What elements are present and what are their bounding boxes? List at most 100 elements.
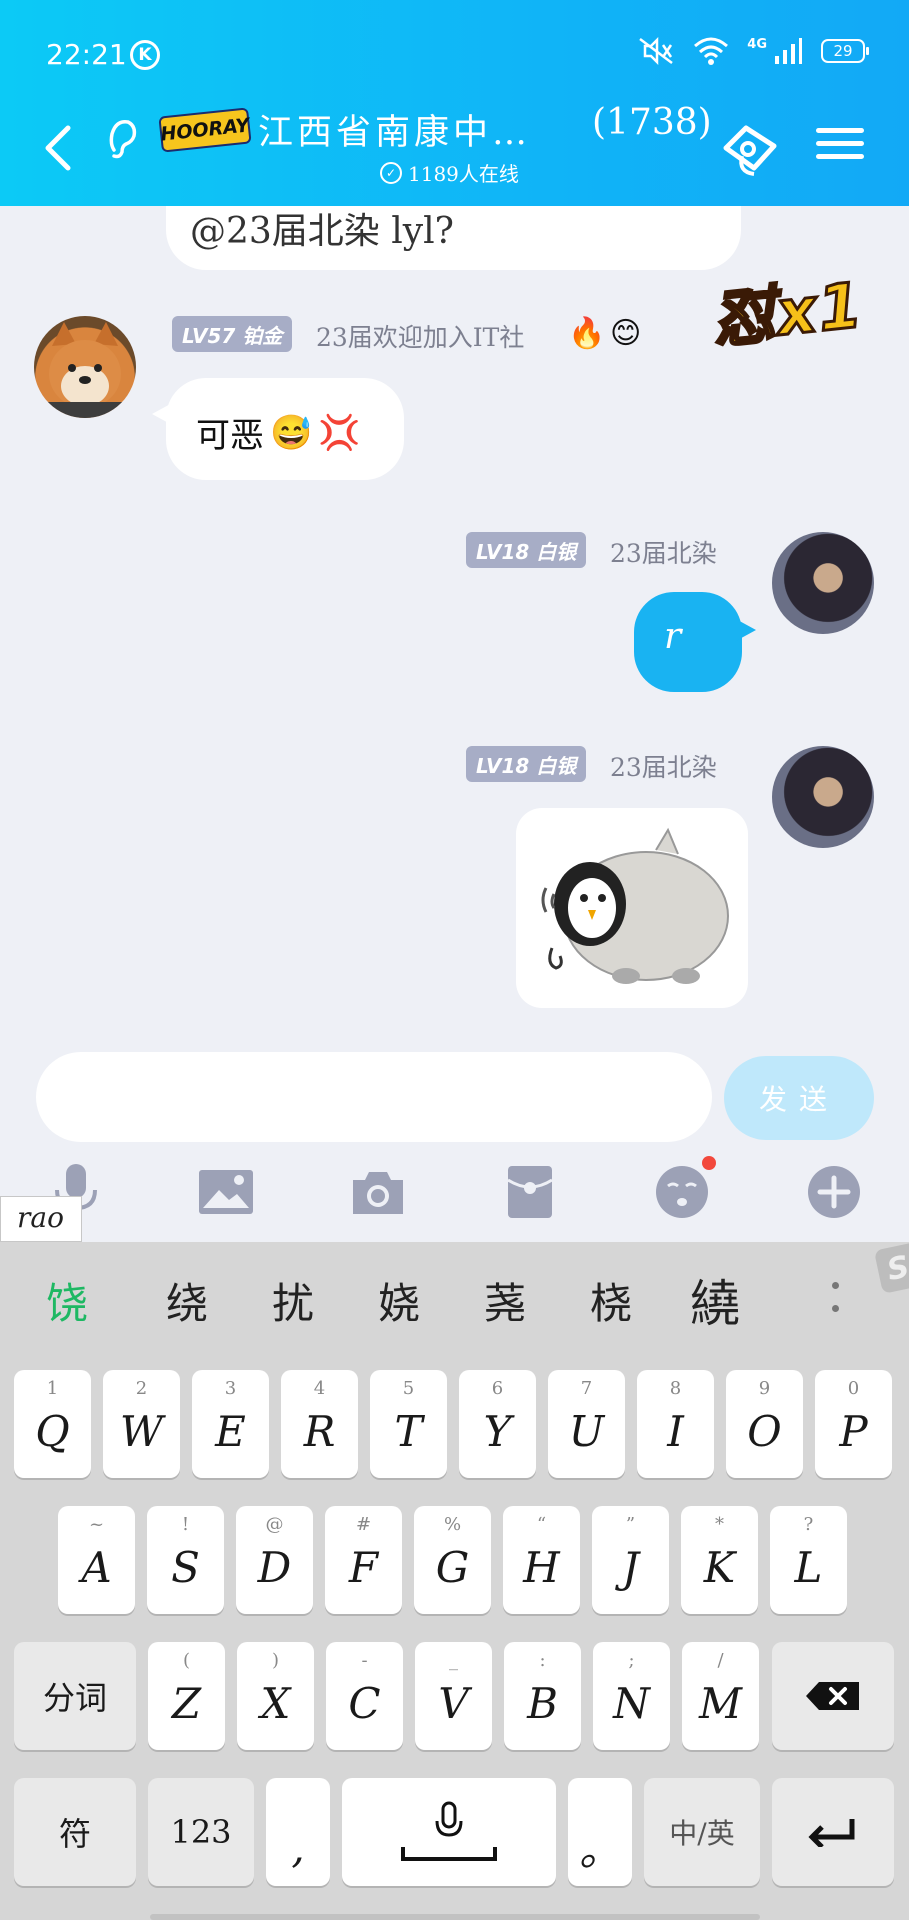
red-packet-button[interactable] bbox=[500, 1162, 560, 1222]
key-n[interactable]: ; N bbox=[593, 1642, 670, 1750]
comma-key[interactable]: , bbox=[266, 1778, 330, 1886]
key-label: 。 bbox=[578, 1825, 621, 1875]
language-toggle-key[interactable]: 中/英 bbox=[644, 1778, 760, 1886]
send-button[interactable]: 发送 bbox=[724, 1056, 874, 1140]
more-button[interactable] bbox=[804, 1162, 864, 1222]
ear-icon[interactable] bbox=[104, 114, 140, 164]
share-icon[interactable] bbox=[718, 116, 782, 180]
key-w[interactable]: 2W bbox=[103, 1370, 180, 1478]
key-hint: * bbox=[715, 1514, 724, 1535]
key-t[interactable]: 5T bbox=[370, 1370, 447, 1478]
key-hint: ? bbox=[803, 1514, 814, 1535]
key-i[interactable]: 8I bbox=[637, 1370, 714, 1478]
plus-icon bbox=[808, 1166, 860, 1218]
message-bubble[interactable]: 可恶 😅 💢 bbox=[166, 378, 404, 480]
menu-line bbox=[816, 141, 864, 146]
key-hint: # bbox=[355, 1514, 372, 1535]
back-button[interactable] bbox=[38, 120, 78, 176]
key-o[interactable]: 9O bbox=[726, 1370, 803, 1478]
key-e[interactable]: 3E bbox=[192, 1370, 269, 1478]
space-key[interactable] bbox=[342, 1778, 556, 1886]
key-l[interactable]: ? L bbox=[770, 1506, 847, 1614]
combo-effect-badge: 怼x1 bbox=[708, 267, 869, 358]
ime-keyboard: 饶 绕 扰 娆 荛 桡 繞 S 1Q2W3E4R5T6Y7U8I9O0P ~ A!… bbox=[0, 1242, 909, 1920]
key-x[interactable]: ) X bbox=[237, 1642, 314, 1750]
sticker-message[interactable] bbox=[516, 808, 748, 1008]
candidate-word[interactable]: 绕 bbox=[166, 1270, 208, 1331]
candidate-word[interactable]: 饶 bbox=[46, 1270, 88, 1331]
candidate-word[interactable]: 扰 bbox=[272, 1270, 314, 1331]
key-u[interactable]: 7U bbox=[548, 1370, 625, 1478]
awkward-emoji-icon: 😅 bbox=[270, 412, 313, 453]
key-r[interactable]: 4R bbox=[281, 1370, 358, 1478]
sender-name[interactable]: 23届北染 bbox=[610, 748, 717, 784]
notification-dot bbox=[702, 1156, 716, 1170]
camera-button[interactable] bbox=[348, 1162, 408, 1222]
key-b[interactable]: :B bbox=[504, 1642, 581, 1750]
sender-name[interactable]: 23届北染 bbox=[610, 534, 717, 570]
online-status: ✓ 1189人在线 bbox=[380, 158, 519, 187]
backspace-key[interactable] bbox=[772, 1642, 894, 1750]
enter-key[interactable] bbox=[772, 1778, 894, 1886]
candidate-bar: 饶 绕 扰 娆 荛 桡 繞 S bbox=[0, 1242, 909, 1358]
numeric-key[interactable]: 123 bbox=[148, 1778, 254, 1886]
key-hint: ! bbox=[181, 1514, 190, 1535]
sender-name[interactable]: 23届欢迎加入IT社 bbox=[316, 318, 524, 354]
key-label: G bbox=[435, 1542, 470, 1592]
candidate-word[interactable]: 桡 bbox=[590, 1270, 632, 1331]
key-z[interactable]: (Z bbox=[148, 1642, 225, 1750]
k-app-icon: K bbox=[130, 40, 160, 70]
message-text: @23届北染 lyl? bbox=[190, 211, 454, 252]
key-j[interactable]: ” J bbox=[592, 1506, 669, 1614]
key-label: 中/英 bbox=[669, 1817, 735, 1850]
key-p[interactable]: 0P bbox=[815, 1370, 892, 1478]
key-label: , bbox=[291, 1822, 305, 1872]
candidate-word[interactable]: 荛 bbox=[484, 1270, 526, 1331]
member-count[interactable]: (1738) bbox=[592, 102, 712, 143]
emoji-button[interactable] bbox=[652, 1156, 716, 1222]
key-label: A bbox=[81, 1542, 112, 1592]
key-q[interactable]: 1Q bbox=[14, 1370, 91, 1478]
key-hint: ; bbox=[628, 1650, 635, 1671]
key-v[interactable]: _ V bbox=[415, 1642, 492, 1750]
symbol-key[interactable]: 符 bbox=[14, 1778, 136, 1886]
message-text: r bbox=[664, 616, 682, 657]
menu-line bbox=[816, 154, 864, 159]
key-m[interactable]: / M bbox=[682, 1642, 759, 1750]
chat-message-list[interactable]: @23届北染 lyl? 怼x1 LV57 铂金 23届欢迎加入IT社 🔥 😊 可… bbox=[0, 206, 909, 1050]
key-hint: ) bbox=[271, 1650, 280, 1671]
message-input[interactable] bbox=[36, 1052, 712, 1142]
message-bubble-self[interactable]: r bbox=[634, 592, 742, 692]
key-h[interactable]: “H bbox=[503, 1506, 580, 1614]
avatar-shiba[interactable] bbox=[34, 316, 136, 418]
segment-key[interactable]: 分词 bbox=[14, 1642, 136, 1750]
image-button[interactable] bbox=[196, 1162, 256, 1222]
key-label: Y bbox=[483, 1406, 512, 1456]
key-hint: 8 bbox=[669, 1378, 682, 1399]
key-label: K bbox=[703, 1542, 736, 1592]
key-k[interactable]: * K bbox=[681, 1506, 758, 1614]
candidate-word[interactable]: 娆 bbox=[378, 1270, 420, 1331]
key-f[interactable]: # F bbox=[325, 1506, 402, 1614]
period-key[interactable]: 。 bbox=[568, 1778, 632, 1886]
key-hint: ” bbox=[625, 1514, 636, 1535]
more-candidates-button[interactable] bbox=[832, 1282, 842, 1322]
ime-logo-icon[interactable]: S bbox=[873, 1242, 909, 1294]
key-a[interactable]: ~ A bbox=[58, 1506, 135, 1614]
key-y[interactable]: 6Y bbox=[459, 1370, 536, 1478]
key-d[interactable]: @ D bbox=[236, 1506, 313, 1614]
key-label: Z bbox=[171, 1678, 202, 1728]
status-time: 22:21 bbox=[46, 38, 127, 71]
menu-button[interactable] bbox=[812, 120, 868, 176]
key-c[interactable]: -C bbox=[326, 1642, 403, 1750]
fire-icon: 🔥 bbox=[568, 316, 606, 351]
message-bubble-partial[interactable]: @23届北染 lyl? bbox=[166, 206, 741, 270]
key-hint: 6 bbox=[491, 1378, 504, 1399]
key-s[interactable]: ! S bbox=[147, 1506, 224, 1614]
key-label: W bbox=[119, 1406, 164, 1456]
avatar-self[interactable] bbox=[772, 746, 874, 848]
candidate-word[interactable]: 繞 bbox=[690, 1264, 740, 1336]
key-g[interactable]: % G bbox=[414, 1506, 491, 1614]
avatar-self[interactable] bbox=[772, 532, 874, 634]
group-name[interactable]: 江西省南康中… bbox=[258, 104, 531, 155]
